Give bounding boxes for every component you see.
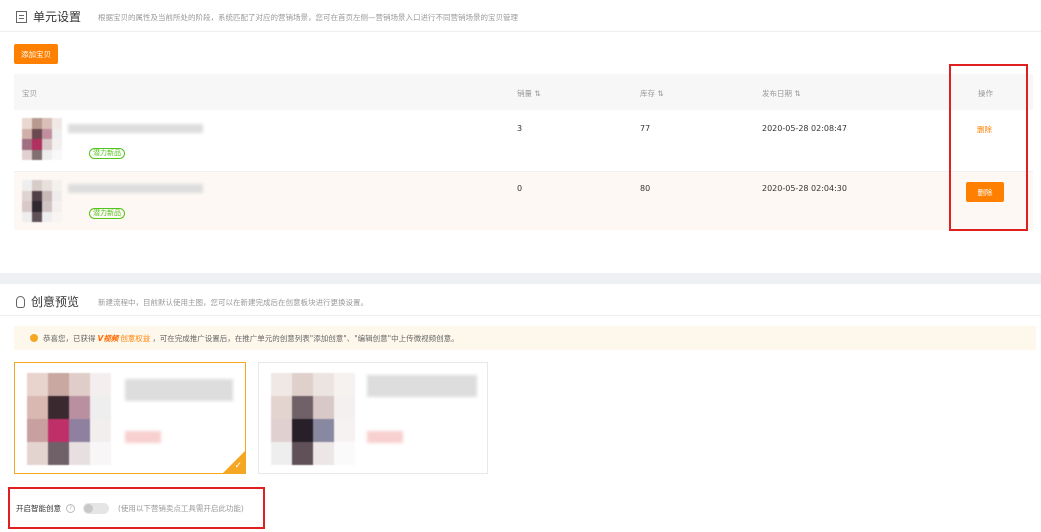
creative-title [367,375,477,397]
info-icon [30,334,38,342]
col-sales-sort[interactable]: 销量 ⇅ [517,88,541,99]
notice-bar: 恭喜您，已获得 V视频 创意权益 ，可在完成推广设置后，在推广单元的创意列表"添… [14,326,1036,350]
notice-text: 恭喜您，已获得 [43,333,96,343]
creative-image [27,373,111,465]
divider [0,315,1041,316]
v-video-logo: V视频 [97,333,119,343]
product-title[interactable] [68,184,203,193]
product-title[interactable] [68,124,203,133]
product-image [22,118,62,160]
unit-settings-header: 单元设置 [16,8,81,25]
creative-card-selected[interactable]: ✓ [14,362,246,474]
sales-value: 3 [517,124,523,133]
product-image [22,180,62,222]
sales-value: 0 [517,184,523,193]
creative-preview-header: 创意预览 [16,293,79,310]
add-item-button[interactable]: 添加宝贝 [14,44,58,64]
creative-card[interactable] [258,362,488,474]
notice-text: ，可在完成推广设置后，在推广单元的创意列表"添加创意"、"编辑创意"中上传微视频… [152,333,459,343]
col-stock-sort[interactable]: 库存 ⇅ [640,88,664,99]
creative-image [271,373,355,465]
creative-price [125,431,161,443]
table-row [14,172,1033,230]
checkmark-icon: ✓ [234,461,242,471]
section-separator [0,273,1041,284]
date-value: 2020-05-28 02:08:47 [762,124,847,133]
col-date-sort[interactable]: 发布日期 ⇅ [762,88,801,99]
highlight-box [8,487,265,529]
col-item: 宝贝 [22,89,37,98]
section-title: 单元设置 [33,10,82,24]
creative-rights-link[interactable]: 创意权益 [120,333,150,344]
highlight-box [949,64,1028,231]
section-description: 根据宝贝的属性及当前所处的阶段，系统匹配了对应的营销场景，您可在首页左侧—营销场… [98,13,518,22]
lightbulb-icon [16,295,25,308]
status-badge: 潜力新品 [89,148,125,159]
stock-value: 80 [640,184,651,193]
section-title: 创意预览 [31,295,80,309]
divider [0,31,1041,32]
creative-title [125,379,233,401]
section-description: 新建流程中，目前默认使用主图，您可以在新建完成后在创意板块进行更换设置。 [98,298,368,307]
stock-value: 77 [640,124,651,133]
table-row [14,110,1033,172]
creative-price [367,431,403,443]
list-icon [16,10,27,23]
date-value: 2020-05-28 02:04:30 [762,184,847,193]
status-badge: 潜力新品 [89,208,125,219]
